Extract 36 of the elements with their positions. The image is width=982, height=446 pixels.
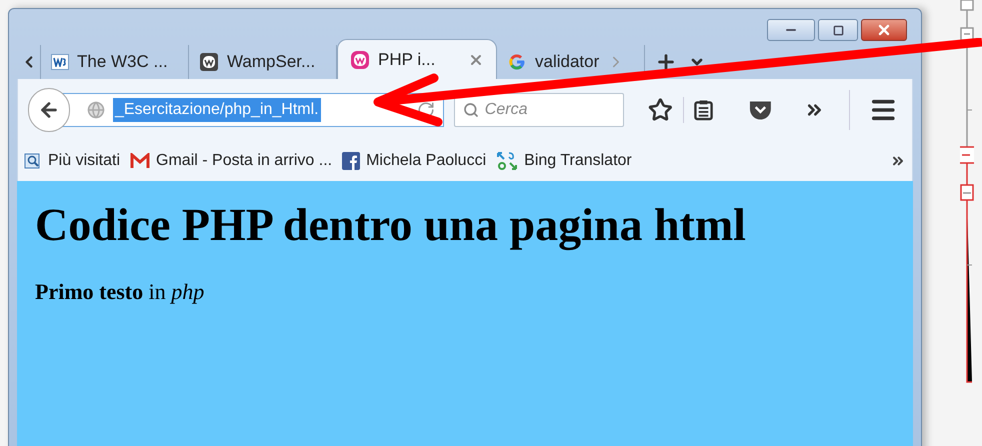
- page-paragraph: Primo testo in php: [35, 278, 206, 306]
- bookmark-item[interactable]: Più visitati: [24, 149, 120, 173]
- address-text: _Esercitazione/php_in_Html.: [112, 98, 321, 122]
- back-button[interactable]: [28, 88, 70, 132]
- bookmarks-icon: [24, 152, 42, 170]
- page-heading: Codice PHP dentro una pagina html: [35, 198, 747, 252]
- tab-title: The W3C ...: [77, 51, 168, 74]
- tab-title: PHP i...: [378, 48, 436, 71]
- bookmark-label: Michela Paolucci: [366, 151, 486, 171]
- star-icon[interactable]: [648, 97, 673, 123]
- close-button[interactable]: [861, 19, 907, 41]
- bookmark-label: Gmail - Posta in arrivo ...: [156, 151, 332, 171]
- tab-title: WampSer...: [227, 51, 316, 74]
- search-field[interactable]: Cerca: [454, 93, 624, 127]
- bookmark-item[interactable]: Gmail - Posta in arrivo ...: [130, 149, 332, 173]
- google-icon: [507, 52, 527, 72]
- facebook-icon: [342, 152, 360, 170]
- wamp-icon: [199, 52, 219, 72]
- pocket-icon[interactable]: [748, 99, 772, 121]
- search-placeholder: Cerca: [484, 100, 528, 120]
- w3c-icon: [51, 54, 69, 70]
- close-icon: [876, 22, 892, 38]
- bookmark-label: Più visitati: [48, 151, 120, 171]
- gmail-icon: [130, 153, 150, 169]
- tab[interactable]: PHP i...: [337, 39, 497, 79]
- globe-icon: [86, 101, 105, 119]
- bookmark-item[interactable]: Michela Paolucci: [342, 149, 486, 173]
- restore-icon: [832, 24, 844, 36]
- bookmark-item[interactable]: Bing Translator: [496, 149, 632, 173]
- wamp-icon: [350, 50, 370, 70]
- tab-title: validator: [535, 51, 600, 74]
- translator-icon: [496, 151, 518, 171]
- search-icon: [462, 102, 479, 118]
- maximize-button[interactable]: [818, 19, 858, 41]
- reading-list-icon[interactable]: [694, 99, 713, 121]
- bookmark-label: Bing Translator: [524, 151, 632, 171]
